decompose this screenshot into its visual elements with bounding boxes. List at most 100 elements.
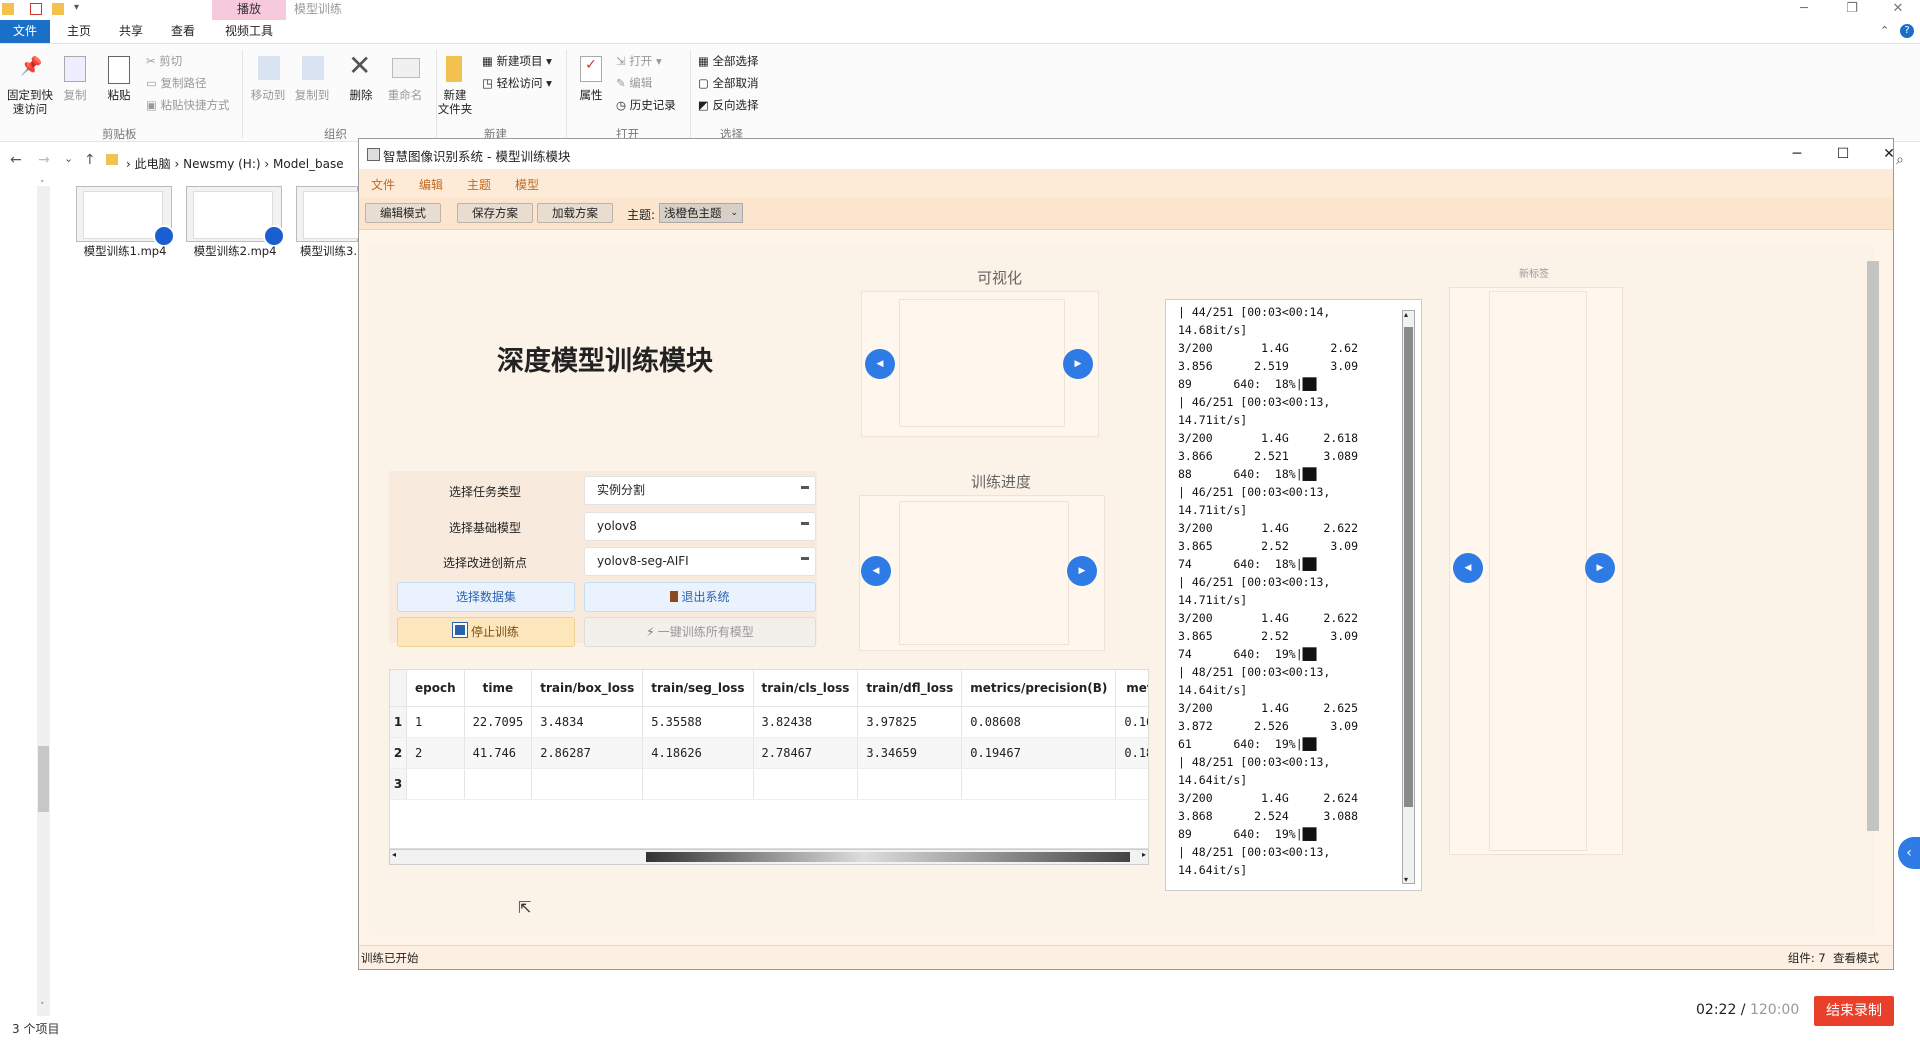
progress-prev-button[interactable]: ◀	[861, 556, 891, 586]
column-header[interactable]: train/box_loss	[531, 670, 644, 707]
table-cell[interactable]: 3.4834	[531, 706, 644, 738]
breadcrumb-item[interactable]: Model_base	[273, 157, 344, 171]
row-header[interactable]: 3	[390, 768, 407, 800]
pin-quick-access-button[interactable]: 固定到快 速访问	[4, 88, 56, 116]
table-cell[interactable]: 1	[406, 706, 465, 738]
table-cell[interactable]: 2.78467	[753, 737, 859, 769]
table-cell[interactable]	[753, 768, 859, 800]
base-model-select[interactable]: yolov8	[584, 512, 816, 541]
training-log[interactable]: | 44/251 [00:03<00:14, 14.68it/s] 3/200 …	[1165, 299, 1422, 891]
table-horizontal-scrollbar[interactable]: ◂ ▸	[389, 849, 1149, 865]
save-plan-button[interactable]: 保存方案	[457, 203, 533, 223]
table-cell[interactable]: 0.08608	[961, 706, 1117, 738]
app-maximize-icon[interactable]: ☐	[1823, 142, 1863, 166]
scroll-right-icon[interactable]: ▸	[1142, 850, 1146, 859]
tab-file[interactable]: 文件	[0, 20, 50, 43]
stop-recording-button[interactable]: 结束录制	[1814, 996, 1894, 1026]
table-cell[interactable]: 5.35588	[642, 706, 754, 738]
scrollbar-thumb[interactable]	[38, 746, 49, 812]
cut-button[interactable]: ✂ 剪切	[146, 54, 182, 68]
table-cell[interactable]: 41.746	[464, 737, 533, 769]
edit-button[interactable]: ✎ 编辑	[616, 76, 652, 90]
table-cell[interactable]: 2.86287	[531, 737, 644, 769]
up-arrow-icon[interactable]: ↑	[84, 152, 96, 168]
new-folder-button[interactable]: 新建 文件夹	[436, 88, 474, 116]
table-cell[interactable]: 0.164	[1115, 706, 1148, 738]
visual-prev-button[interactable]: ◀	[865, 349, 895, 379]
scroll-down-icon[interactable]: ▾	[1404, 875, 1408, 884]
progress-next-button[interactable]: ▶	[1067, 556, 1097, 586]
quick-access-dropdown-icon[interactable]: ▾	[74, 2, 79, 13]
column-header[interactable]: train/dfl_loss	[857, 670, 963, 707]
back-arrow-icon[interactable]: ←	[10, 152, 22, 168]
new-item-button[interactable]: ▦ 新建项目 ▾	[482, 54, 552, 68]
row-header[interactable]: 2	[390, 737, 407, 769]
select-dataset-button[interactable]: 选择数据集	[397, 582, 575, 612]
table-cell[interactable]: 0.182	[1115, 737, 1148, 769]
breadcrumb-item[interactable]: 此电脑	[135, 157, 171, 171]
table-cell[interactable]: 22.7095	[464, 706, 533, 738]
properties-button[interactable]: 属性	[574, 88, 608, 102]
close-icon[interactable]: ✕	[1884, 0, 1912, 20]
help-icon[interactable]: ?	[1900, 24, 1914, 38]
column-header[interactable]: epoch	[406, 670, 465, 707]
recent-dropdown-icon[interactable]: ⌄	[64, 152, 73, 165]
scroll-left-icon[interactable]: ◂	[392, 850, 396, 859]
easy-access-button[interactable]: ◳ 轻松访问 ▾	[482, 76, 552, 90]
table-cell[interactable]	[464, 768, 533, 800]
nav-pane-scrollbar[interactable]	[37, 186, 50, 1016]
column-header[interactable]: time	[464, 670, 533, 707]
tab-view[interactable]: 查看	[160, 20, 206, 43]
row-header[interactable]: 1	[390, 706, 407, 738]
table-cell[interactable]	[531, 768, 644, 800]
visual-next-button[interactable]: ▶	[1063, 349, 1093, 379]
copy-to-button[interactable]: 复制到	[292, 88, 332, 102]
panel-scrollbar[interactable]	[1866, 245, 1880, 935]
table-cell[interactable]: 0.19467	[961, 737, 1117, 769]
forward-arrow-icon[interactable]: →	[38, 152, 50, 168]
copy-path-button[interactable]: ▭ 复制路径	[146, 76, 207, 90]
table-cell[interactable]: 4.18626	[642, 737, 754, 769]
video-thumbnail[interactable]	[76, 186, 175, 247]
menu-theme[interactable]: 主题	[467, 176, 491, 193]
table-cell[interactable]	[961, 768, 1117, 800]
side-collapse-tab-icon[interactable]: ‹	[1898, 837, 1920, 869]
task-type-select[interactable]: 实例分割	[584, 476, 816, 505]
open-button[interactable]: ⇲ 打开 ▾	[616, 54, 662, 68]
minimize-icon[interactable]: ─	[1790, 0, 1818, 20]
newtab-next-button[interactable]: ▶	[1585, 553, 1615, 583]
menu-model[interactable]: 模型	[515, 176, 539, 193]
menu-file[interactable]: 文件	[371, 176, 395, 193]
table-cell[interactable]	[406, 768, 465, 800]
column-header[interactable]: metrics/precision(B)	[961, 670, 1117, 707]
copy-button[interactable]: 复制	[60, 88, 90, 102]
tab-home[interactable]: 主页	[54, 20, 104, 43]
paste-button[interactable]: 粘贴	[102, 88, 136, 102]
table-cell[interactable]	[642, 768, 754, 800]
scrollbar-thumb[interactable]	[1404, 327, 1413, 807]
scroll-up-icon[interactable]: ▴	[1404, 310, 1408, 319]
delete-button[interactable]: 删除	[344, 88, 378, 102]
table-row[interactable]: 3	[390, 768, 1148, 800]
scroll-up-icon[interactable]: ˄	[40, 180, 45, 190]
context-tab-play[interactable]: 播放	[212, 0, 286, 20]
column-header[interactable]: metr	[1115, 670, 1148, 707]
video-thumbnail[interactable]	[186, 186, 285, 247]
select-none-button[interactable]: ▢ 全部取消	[698, 76, 759, 90]
table-cell[interactable]: 3.34659	[857, 737, 963, 769]
train-all-models-button[interactable]: ⚡ 一键训练所有模型	[584, 617, 816, 647]
newtab-prev-button[interactable]: ◀	[1453, 553, 1483, 583]
table-cell[interactable]	[1115, 768, 1148, 800]
invert-selection-button[interactable]: ◩ 反向选择	[698, 98, 759, 112]
table-cell[interactable]: 3.82438	[753, 706, 859, 738]
tab-video-tools[interactable]: 视频工具	[216, 20, 282, 43]
scrollbar-thumb[interactable]	[1867, 261, 1879, 831]
table-cell[interactable]: 2	[406, 737, 465, 769]
paste-shortcut-button[interactable]: ▣ 粘贴快捷方式	[146, 98, 230, 112]
scrollbar-thumb[interactable]	[646, 852, 1130, 862]
file-name[interactable]: 模型训练2.mp4	[180, 243, 290, 259]
properties-quick-icon[interactable]	[30, 3, 42, 15]
file-name[interactable]: 模型训练1.mp4	[70, 243, 180, 259]
theme-select[interactable]: 浅橙色主题 ⌄	[659, 203, 743, 223]
menu-edit[interactable]: 编辑	[419, 176, 443, 193]
